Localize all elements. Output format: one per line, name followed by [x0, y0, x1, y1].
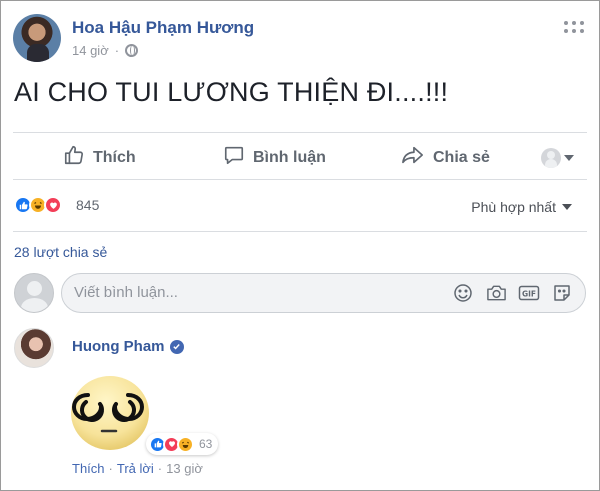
comment-input-placeholder[interactable]: Viết bình luận... — [74, 284, 178, 301]
post-card: Hoa Hậu Phạm Hương 14 giờ · AI CHO TUI L… — [0, 0, 600, 491]
divider — [13, 179, 587, 180]
commenter-name-text: Huong Pham — [72, 338, 165, 355]
comment-timestamp[interactable]: 13 giờ — [166, 461, 203, 476]
haha-reaction-icon — [177, 435, 194, 453]
post-as-selector[interactable] — [541, 148, 574, 168]
reaction-count[interactable]: 845 — [76, 197, 99, 213]
post-meta: 14 giờ · — [72, 43, 139, 58]
emoji-icon[interactable] — [452, 282, 474, 304]
commenter-avatar[interactable] — [14, 328, 54, 368]
divider — [13, 132, 587, 133]
current-user-avatar — [14, 273, 54, 313]
confused-face-sticker[interactable] — [64, 369, 152, 453]
comment-icon — [223, 144, 245, 171]
author-avatar[interactable] — [13, 14, 61, 62]
comment-reactions[interactable]: 63 — [146, 433, 219, 455]
sort-label: Phù hợp nhất — [471, 199, 556, 215]
comment-actions: Thích · Trả lời · 13 giờ — [72, 461, 203, 476]
commenter-name[interactable]: Huong Pham — [72, 338, 184, 355]
more-options-icon[interactable] — [563, 20, 585, 34]
verified-badge-icon — [169, 339, 184, 354]
reactions-summary[interactable] — [14, 196, 62, 214]
like-button[interactable]: Thích — [63, 144, 136, 171]
comment-reply-link[interactable]: Trả lời — [117, 461, 154, 476]
profile-avatar-icon — [541, 148, 561, 168]
comment-label: Bình luận — [253, 148, 326, 166]
chevron-down-icon — [564, 155, 574, 161]
share-icon — [401, 144, 425, 171]
comment-sort-dropdown[interactable]: Phù hợp nhất — [471, 199, 572, 215]
svg-text:GIF: GIF — [522, 290, 536, 299]
love-reaction-icon — [44, 196, 62, 214]
sticker-icon[interactable] — [551, 282, 573, 304]
divider — [13, 231, 587, 232]
comment-button[interactable]: Bình luận — [223, 144, 326, 171]
share-label: Chia sẻ — [433, 148, 490, 166]
globe-icon[interactable] — [125, 44, 139, 57]
share-button[interactable]: Chia sẻ — [401, 144, 490, 171]
share-count-link[interactable]: 28 lượt chia sẻ — [14, 244, 107, 260]
camera-icon[interactable] — [485, 282, 507, 304]
post-timestamp[interactable]: 14 giờ — [72, 43, 109, 58]
gif-icon[interactable]: GIF — [518, 282, 540, 304]
like-label: Thích — [93, 148, 136, 166]
composer-icons: GIF — [452, 282, 573, 304]
post-author-name[interactable]: Hoa Hậu Phạm Hương — [72, 18, 254, 38]
thumbs-up-icon — [63, 144, 85, 171]
post-text: AI CHO TUI LƯƠNG THIỆN ĐI....!!! — [14, 77, 449, 107]
comment-reaction-count: 63 — [199, 437, 213, 451]
comment-like-link[interactable]: Thích — [72, 461, 105, 476]
separator: · — [157, 461, 163, 476]
separator: · — [108, 461, 113, 476]
chevron-down-icon — [562, 204, 572, 210]
